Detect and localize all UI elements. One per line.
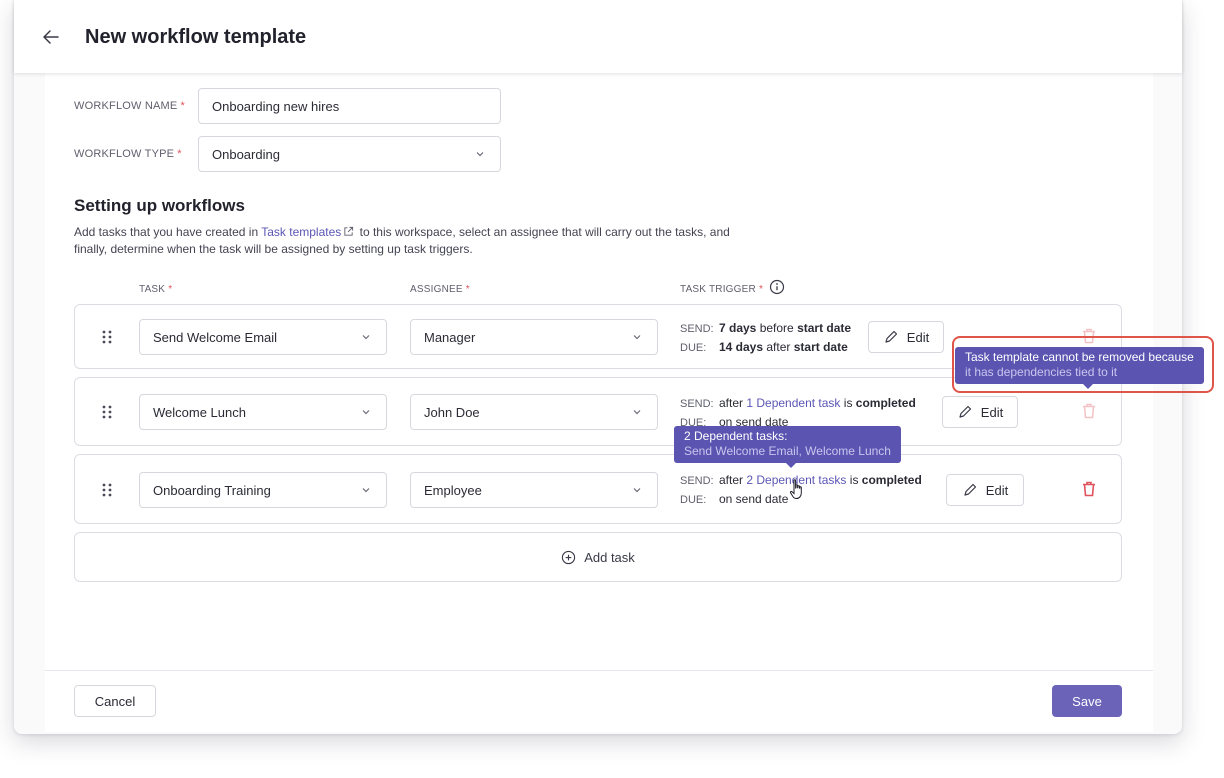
chevron-down-icon <box>362 488 370 493</box>
drag-handle-icon[interactable] <box>102 483 112 497</box>
page-title: New workflow template <box>85 26 307 48</box>
footer-bar <box>45 670 1153 732</box>
annotation-highlight <box>952 336 1214 393</box>
add-task-button[interactable]: Add task <box>74 532 1122 582</box>
tooltip-title: 2 Dependent tasks: <box>684 429 788 443</box>
column-header-trigger: TASK TRIGGER * <box>680 284 764 295</box>
assignee-select[interactable]: Manager <box>410 319 658 355</box>
task-select[interactable]: Welcome Lunch <box>139 394 387 430</box>
back-arrow-icon[interactable] <box>40 26 62 48</box>
page-header: New workflow template <box>14 0 1182 73</box>
edit-trigger-button[interactable]: Edit <box>946 474 1024 506</box>
section-description: Add tasks that you have created in Task … <box>74 225 730 256</box>
workflow-type-label: WORKFLOW TYPE * <box>74 148 182 160</box>
column-header-assignee: ASSIGNEE * <box>410 284 470 295</box>
save-button[interactable]: Save <box>1052 685 1122 717</box>
task-select-value: Onboarding Training <box>153 482 271 498</box>
chevron-down-icon <box>362 410 370 415</box>
pencil-icon <box>959 405 971 418</box>
edit-label: Edit <box>906 329 930 345</box>
edit-trigger-button[interactable]: Edit <box>868 321 944 353</box>
edit-trigger-button[interactable]: Edit <box>942 396 1018 428</box>
trash-icon[interactable] <box>1082 481 1096 497</box>
assignee-select[interactable]: Employee <box>410 472 658 508</box>
dependent-tasks-link[interactable]: 1 Dependent task <box>746 396 840 410</box>
workflow-name-label: WORKFLOW NAME * <box>74 100 185 112</box>
dependent-tasks-tooltip: 2 Dependent tasks: Send Welcome Email, W… <box>674 426 901 468</box>
chevron-down-icon <box>633 410 641 415</box>
task-select-value: Welcome Lunch <box>153 404 246 420</box>
workflow-type-select[interactable]: Onboarding <box>198 136 501 172</box>
task-templates-link[interactable]: Task templates <box>261 225 341 239</box>
info-icon[interactable] <box>769 279 785 295</box>
chevron-down-icon <box>362 335 370 340</box>
assignee-select-value: Employee <box>424 482 482 498</box>
task-trigger: SEND: 7 days before start date DUE: 14 day… <box>680 321 852 354</box>
tooltip-detail: Send Welcome Email, Welcome Lunch <box>684 444 891 458</box>
edit-label: Edit <box>980 404 1004 420</box>
pencil-icon <box>885 330 897 343</box>
pencil-icon <box>964 483 976 496</box>
task-select-value: Send Welcome Email <box>153 329 278 345</box>
column-header-task: TASK * <box>139 284 173 295</box>
workflow-type-value: Onboarding <box>212 146 280 162</box>
task-select[interactable]: Onboarding Training <box>139 472 387 508</box>
chevron-down-icon <box>633 488 641 493</box>
chevron-down-icon <box>476 152 484 157</box>
assignee-select[interactable]: John Doe <box>410 394 658 430</box>
assignee-select-value: Manager <box>424 329 476 345</box>
task-select[interactable]: Send Welcome Email <box>139 319 387 355</box>
assignee-select-value: John Doe <box>424 404 480 420</box>
section-title: Setting up workflows <box>74 196 245 215</box>
plus-circle-icon <box>562 550 576 564</box>
hand-cursor-icon <box>789 479 802 499</box>
drag-handle-icon[interactable] <box>102 405 112 419</box>
trash-icon[interactable] <box>1082 403 1096 419</box>
edit-label: Edit <box>985 482 1009 498</box>
chevron-down-icon <box>633 335 641 340</box>
drag-handle-icon[interactable] <box>102 330 112 344</box>
workflow-name-input[interactable]: Onboarding new hires <box>198 88 501 124</box>
cancel-button[interactable]: Cancel <box>74 685 156 717</box>
workflow-name-value: Onboarding new hires <box>212 98 340 114</box>
add-task-label: Add task <box>584 549 635 565</box>
external-link-icon <box>344 226 354 236</box>
